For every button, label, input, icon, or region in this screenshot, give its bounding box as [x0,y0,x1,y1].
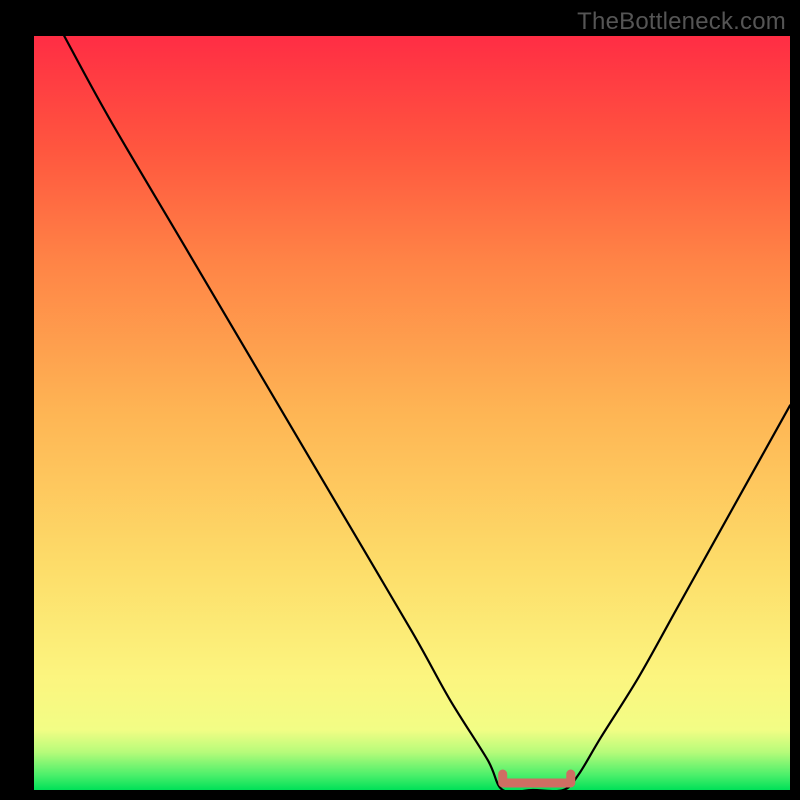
bottleneck-chart [0,0,800,800]
chart-heat-background [34,36,790,790]
watermark-text: TheBottleneck.com [577,8,786,36]
